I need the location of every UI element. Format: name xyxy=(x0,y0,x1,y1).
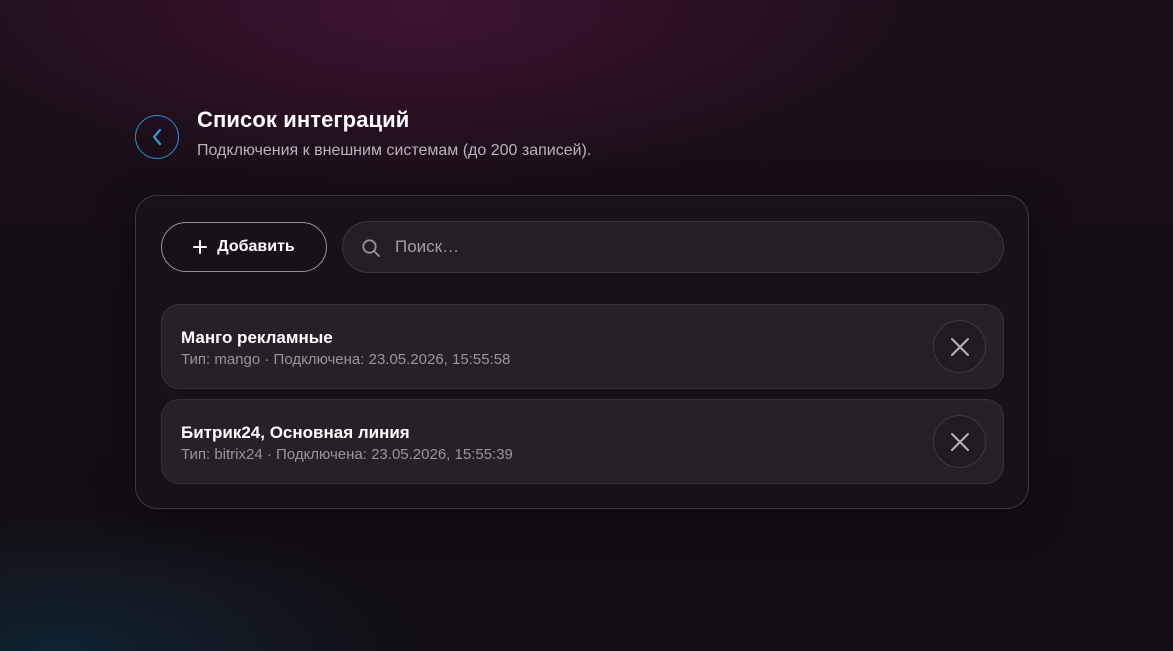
add-integration-button[interactable]: Добавить xyxy=(161,222,327,272)
integrations-panel: Добавить Манго рекламные Тип: mango · По… xyxy=(135,195,1029,509)
page-title: Список интеграций xyxy=(197,107,410,132)
plus-icon xyxy=(193,240,208,254)
remove-integration-button[interactable] xyxy=(933,320,986,373)
remove-integration-button[interactable] xyxy=(933,415,986,468)
search-input[interactable] xyxy=(395,222,985,272)
integration-item: Битрик24, Основная линия Тип: bitrix24 ·… xyxy=(161,399,1004,484)
page-subtitle: Подключения к внешним системам (до 200 з… xyxy=(197,142,592,159)
add-button-label: Добавить xyxy=(217,238,295,255)
close-icon xyxy=(950,337,969,356)
integration-name: Манго рекламные xyxy=(181,328,333,347)
search-icon xyxy=(362,239,380,257)
integration-meta: Тип: bitrix24 · Подключена: 23.05.2026, … xyxy=(181,446,513,463)
chevron-left-icon xyxy=(152,128,162,146)
search-box[interactable] xyxy=(342,221,1004,273)
close-icon xyxy=(950,432,969,451)
integration-item: Манго рекламные Тип: mango · Подключена:… xyxy=(161,304,1004,389)
integration-meta: Тип: mango · Подключена: 23.05.2026, 15:… xyxy=(181,351,511,368)
integration-name: Битрик24, Основная линия xyxy=(181,423,410,442)
page-header: Список интеграций Подключения к внешним … xyxy=(135,105,735,175)
back-button[interactable] xyxy=(135,115,179,159)
